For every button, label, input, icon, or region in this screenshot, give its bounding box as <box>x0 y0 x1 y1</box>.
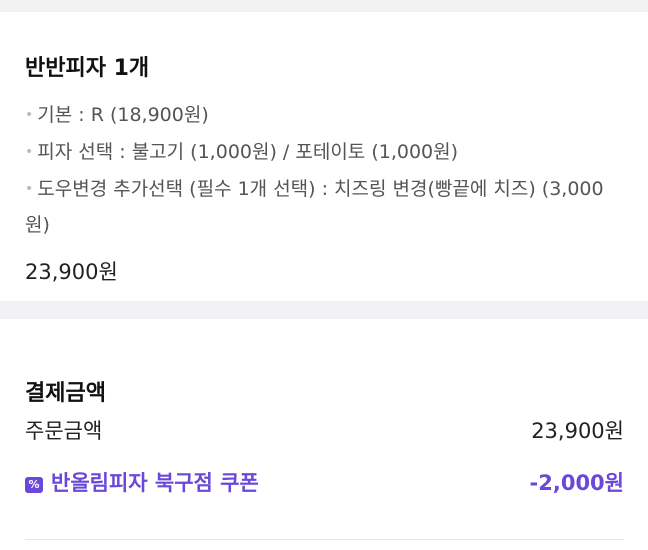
coupon-discount-value: -2,000원 <box>529 471 624 495</box>
bullet-icon: • <box>25 181 34 197</box>
coupon-label: 반올림피자 북구점 쿠폰 <box>51 471 259 495</box>
bullet-icon: • <box>25 107 34 123</box>
coupon-row: % 반올림피자 북구점 쿠폰 -2,000원 <box>25 467 624 499</box>
order-amount-row: 주문금액 23,900원 <box>25 415 624 447</box>
item-title: 반반피자 1개 <box>25 56 150 81</box>
option-line: • 피자 선택 : 불고기 (1,000원) / 포테이토 (1,000원) <box>25 135 625 171</box>
order-item-card: 반반피자 1개 • 기본 : R (18,900원) • 피자 선택 : 불고기 (… <box>0 12 648 301</box>
option-line: • 도우변경 추가선택 (필수 1개 선택) : 치즈링 변경(빵끝에 치즈) (… <box>25 172 625 242</box>
item-price: 23,900원 <box>25 260 118 284</box>
divider <box>25 539 624 540</box>
order-amount-value: 23,900원 <box>531 419 624 443</box>
option-text: 도우변경 추가선택 (필수 1개 선택) : 치즈링 변경(빵끝에 치즈) (3… <box>25 178 604 236</box>
bullet-icon: • <box>25 144 34 160</box>
option-line: • 기본 : R (18,900원) <box>25 98 625 134</box>
order-amount-label: 주문금액 <box>25 419 103 443</box>
option-text: 기본 : R (18,900원) <box>37 104 209 126</box>
percent-coupon-icon: % <box>25 477 43 493</box>
payment-summary-card: 결제금액 주문금액 23,900원 % 반올림피자 북구점 쿠폰 -2,000원 <box>0 319 648 550</box>
payment-title: 결제금액 <box>25 381 106 406</box>
option-text: 피자 선택 : 불고기 (1,000원) / 포테이토 (1,000원) <box>37 141 459 163</box>
